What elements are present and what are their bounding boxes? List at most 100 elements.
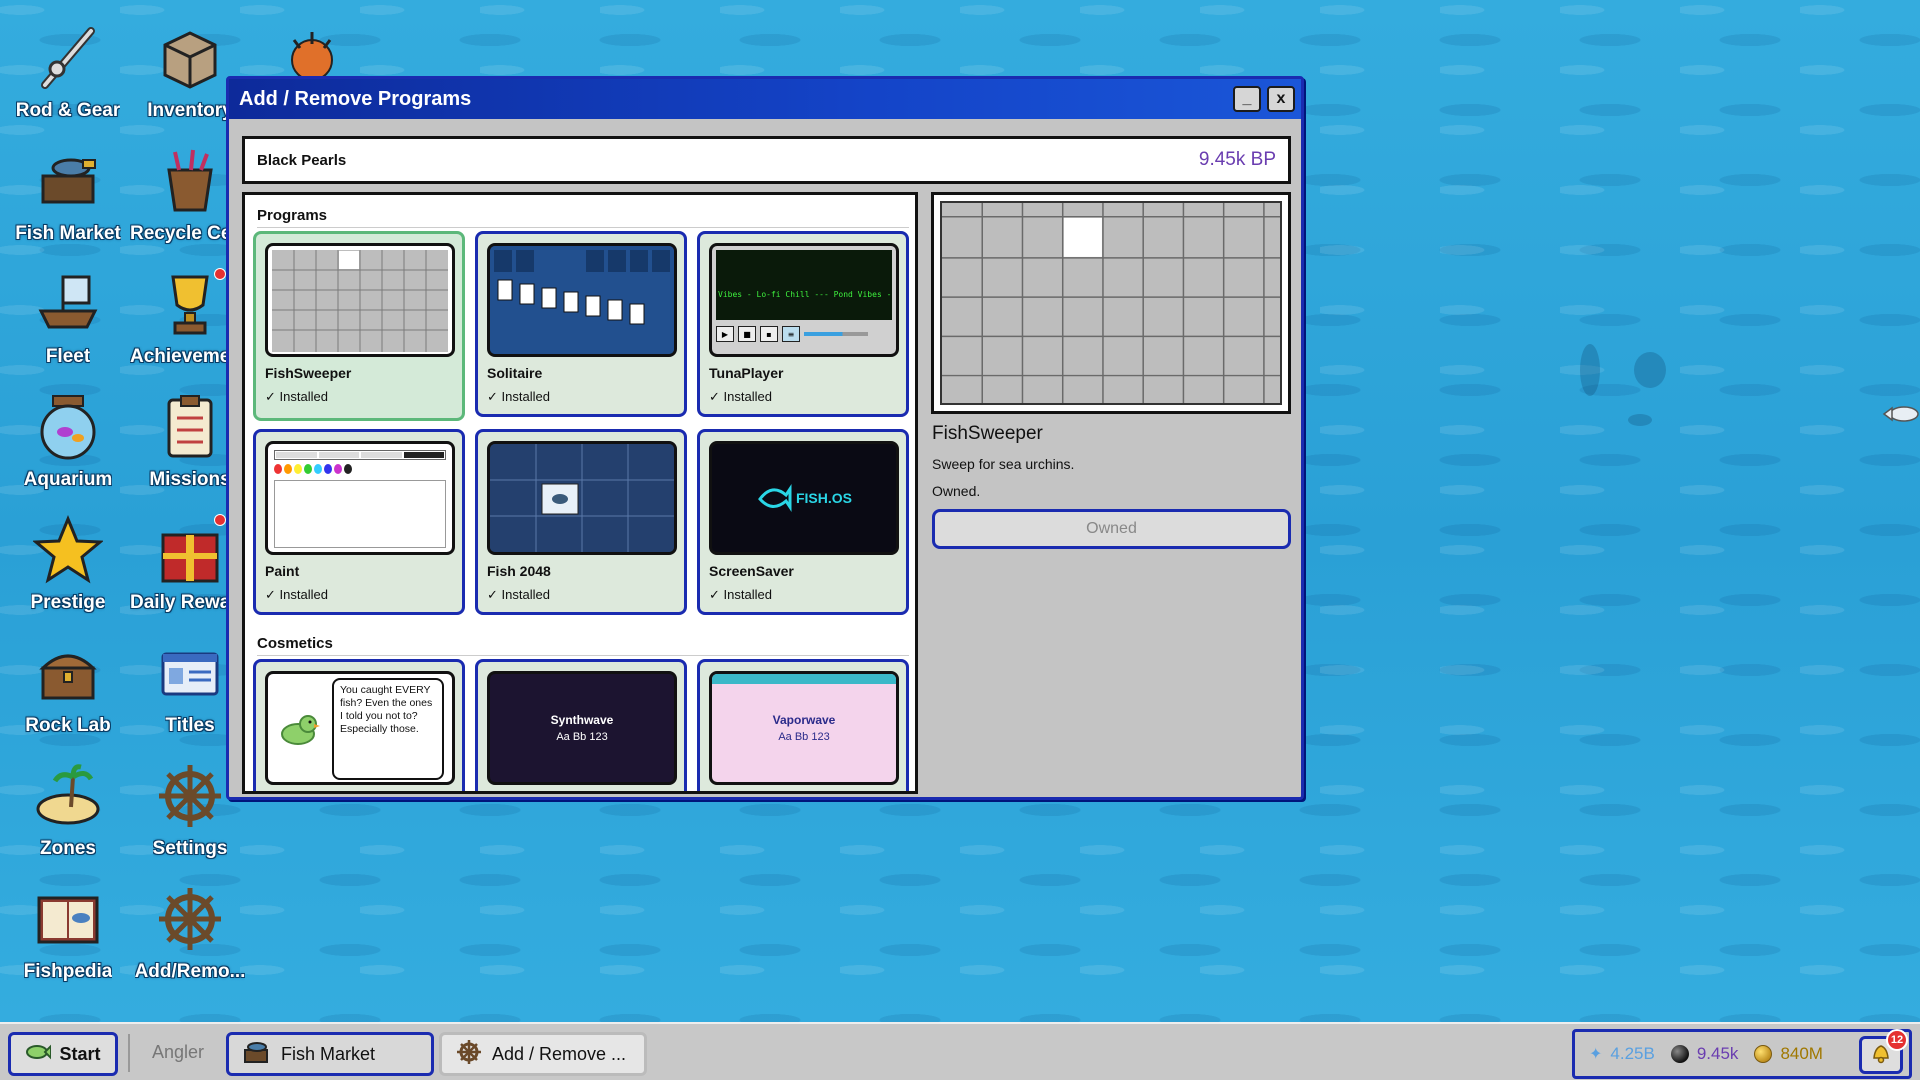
desktop-icon-aquarium[interactable]: Aquarium [8,389,128,509]
speech-bubble-thumbnail: You caught EVERY fish? Even the ones I t… [265,671,455,785]
book-icon [30,881,106,957]
screensaver-thumbnail: FISH.OS [709,441,899,555]
program-status: ✓ Installed [265,587,328,602]
aquarium-icon [30,389,106,465]
island-icon [30,758,106,834]
ship-wheel-icon [456,1039,482,1070]
task-label: Add / Remove ... [492,1043,627,1064]
task-label: Fish Market [281,1043,376,1064]
synthwave-thumbnail: Synthwave Aa Bb 123 [487,671,677,785]
playlist-icon: ≡ [782,326,800,342]
minimize-button[interactable]: _ [1233,86,1261,112]
catalog-panel[interactable]: Programs FishSweeper ✓ Installed Solitai… [242,192,918,794]
start-label: Start [59,1043,101,1064]
system-tray: ✦ 4.25B 9.45k 840M 12 [1572,1029,1912,1079]
program-card-paint[interactable]: Paint ✓ Installed [253,429,465,615]
section-title-programs: Programs [257,207,328,224]
program-status: ✓ Installed [265,389,328,404]
coin-count: 840M [1780,1044,1823,1063]
close-button[interactable]: x [1267,86,1295,112]
window-titlebar[interactable]: Add / Remove Programs _ x [229,79,1301,119]
program-card-fishsweeper[interactable]: FishSweeper ✓ Installed [253,231,465,421]
tunaplayer-ticker: Vibes - Lo-fi Chill --- Pond Vibes - [718,290,892,299]
detail-owned-text: Owned. [932,483,981,499]
trophy-icon [152,266,228,342]
start-button[interactable]: Start [8,1032,118,1076]
owned-button[interactable]: Owned [932,509,1291,549]
fish-market-icon [243,1040,271,1069]
divider [257,227,909,228]
tunaplayer-thumbnail: Vibes - Lo-fi Chill --- Pond Vibes - ▶ ■… [709,243,899,357]
cosmetic-card-vaporwave[interactable]: Vaporwave Aa Bb 123 [697,659,909,791]
id-card-icon [152,635,228,711]
desktop-icon-fish-market[interactable]: Fish Market [8,143,128,263]
program-card-screensaver[interactable]: FISH.OS ScreenSaver ✓ Installed [697,429,909,615]
black-pearl-icon [1670,1045,1689,1063]
detail-program-name: FishSweeper [932,423,1043,444]
vaporwave-thumbnail: Vaporwave Aa Bb 123 [709,671,899,785]
program-preview [931,192,1291,414]
star-icon [30,512,106,588]
program-card-fish-2048[interactable]: Fish 2048 ✓ Installed [475,429,687,615]
coin-icon [1754,1045,1773,1063]
notification-dot [214,268,226,280]
paint-thumbnail [265,441,455,555]
treasure-chest-icon [30,635,106,711]
currency-label: Black Pearls [257,151,347,169]
stop-icon: ■ [738,326,756,342]
taskbar: Start Angler Fish Market Add / Remove ..… [0,1022,1920,1080]
fishsweeper-thumbnail [265,243,455,357]
program-name: TunaPlayer [709,365,784,381]
username: Angler [152,1042,205,1062]
program-status: ✓ Installed [709,587,772,602]
program-name: Fish 2048 [487,563,551,579]
solitaire-thumbnail [487,243,677,357]
notification-dot [214,514,226,526]
fishing-rod-icon [30,20,106,96]
fish-logo-icon [25,1042,53,1067]
fish-count: 4.25B [1610,1044,1655,1063]
boat-icon [30,266,106,342]
bucket-icon [152,143,228,219]
desktop-icon-add-remove[interactable]: Add/Remo... [130,881,250,1001]
cosmetic-card-speech[interactable]: You caught EVERY fish? Even the ones I t… [253,659,465,791]
program-name: ScreenSaver [709,563,794,579]
program-status: ✓ Installed [709,389,772,404]
volume-slider [804,332,868,336]
crate-icon [152,20,228,96]
ship-wheel-icon [152,758,228,834]
bird-icon [276,710,320,754]
program-name: FishSweeper [265,365,352,381]
ship-wheel-icon [152,881,228,957]
window-title: Add / Remove Programs [239,87,472,110]
task-fish-market[interactable]: Fish Market [226,1032,434,1076]
cosmetic-card-synthwave[interactable]: Synthwave Aa Bb 123 [475,659,687,791]
desktop-icon-fishpedia[interactable]: Fishpedia [8,881,128,1001]
taskbar-separator [128,1034,130,1072]
fish-count-icon: ✦ [1589,1046,1603,1063]
fish-2048-thumbnail [487,441,677,555]
desktop-icon-prestige[interactable]: Prestige [8,512,128,632]
notifications-button[interactable]: 12 [1859,1029,1908,1074]
theme-sample: Aa Bb 123 [556,731,608,743]
program-card-tunaplayer[interactable]: Vibes - Lo-fi Chill --- Pond Vibes - ▶ ■… [697,231,909,417]
theme-sample: Aa Bb 123 [778,731,830,743]
desktop-icon-rock-lab[interactable]: Rock Lab [8,635,128,755]
detail-description: Sweep for sea urchins. [932,456,1075,472]
seagull-icon [1880,402,1920,426]
desktop-icon-fleet[interactable]: Fleet [8,266,128,386]
task-add-remove[interactable]: Add / Remove ... [439,1032,647,1076]
desktop-icon-zones[interactable]: Zones [8,758,128,878]
play-icon: ▶ [716,326,734,342]
desktop-icon-rod-gear[interactable]: Rod & Gear [8,20,128,140]
section-title-cosmetics: Cosmetics [257,635,333,652]
add-remove-programs-window: Add / Remove Programs _ x Black Pearls 9… [226,76,1304,800]
divider [257,655,909,656]
theme-name: Synthwave [550,713,614,727]
sea-urchin-icon [284,30,340,81]
program-name: Solitaire [487,365,543,381]
program-card-solitaire[interactable]: Solitaire ✓ Installed [475,231,687,417]
fish-shadow-icon [1560,340,1680,440]
pearl-count: 9.45k [1696,1044,1739,1063]
fish-market-icon [30,143,106,219]
